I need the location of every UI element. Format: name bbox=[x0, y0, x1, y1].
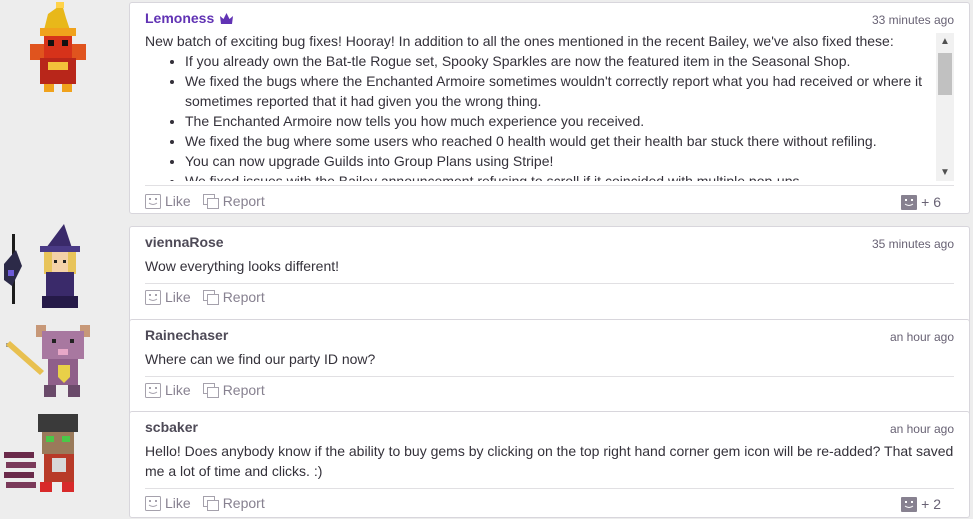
like-button[interactable]: Like bbox=[145, 193, 191, 209]
list-item: We fixed the bugs where the Enchanted Ar… bbox=[185, 71, 954, 111]
message-text: Where can we find our party ID now? bbox=[145, 351, 376, 367]
username[interactable]: Rainechaser bbox=[145, 327, 228, 343]
report-label: Report bbox=[222, 495, 265, 511]
message-text: Wow everything looks different! bbox=[145, 258, 340, 274]
list-item: The Enchanted Armoire now tells you how … bbox=[185, 111, 954, 131]
like-label: Like bbox=[165, 382, 191, 398]
report-label: Report bbox=[222, 193, 265, 209]
like-count-label: + 2 bbox=[921, 496, 941, 512]
avatar[interactable] bbox=[0, 0, 110, 110]
message-card: scbaker an hour ago Hello! Does anybody … bbox=[129, 411, 970, 518]
username[interactable]: Lemoness bbox=[145, 10, 234, 26]
like-label: Like bbox=[165, 193, 191, 209]
report-button[interactable]: Report bbox=[202, 289, 265, 305]
like-button[interactable]: Like bbox=[145, 382, 191, 398]
like-count: + 6 bbox=[901, 194, 941, 210]
message-card: Lemoness 33 minutes ago New batch of exc… bbox=[129, 2, 970, 214]
divider bbox=[145, 283, 954, 284]
scroll-up-arrow-icon[interactable]: ▲ bbox=[936, 33, 954, 50]
message-scroll-area[interactable]: New batch of exciting bug fixes! Hooray!… bbox=[145, 31, 954, 181]
message-actions: Like Report bbox=[145, 382, 265, 398]
smiley-filled-icon bbox=[901, 194, 918, 210]
copy-icon bbox=[202, 495, 219, 511]
moderator-crown-icon bbox=[220, 12, 234, 24]
message-card: Rainechaser an hour ago Where can we fin… bbox=[129, 319, 970, 421]
message-actions: Like Report bbox=[145, 289, 265, 305]
report-label: Report bbox=[222, 289, 265, 305]
report-button[interactable]: Report bbox=[202, 495, 265, 511]
like-count-label: + 6 bbox=[921, 194, 941, 210]
scroll-down-arrow-icon[interactable]: ▼ bbox=[936, 164, 954, 181]
bug-fix-list: If you already own the Bat-tle Rogue set… bbox=[185, 51, 954, 181]
smiley-icon bbox=[145, 289, 161, 305]
report-button[interactable]: Report bbox=[202, 193, 265, 209]
username[interactable]: viennaRose bbox=[145, 234, 224, 250]
username[interactable]: scbaker bbox=[145, 419, 198, 435]
avatar[interactable] bbox=[0, 406, 110, 516]
divider bbox=[145, 488, 954, 489]
like-count: + 2 bbox=[901, 496, 941, 512]
smiley-filled-icon bbox=[901, 496, 918, 512]
like-label: Like bbox=[165, 495, 191, 511]
timestamp: an hour ago bbox=[889, 422, 954, 436]
like-button[interactable]: Like bbox=[145, 495, 191, 511]
like-button[interactable]: Like bbox=[145, 289, 191, 305]
copy-icon bbox=[202, 289, 219, 305]
timestamp: 33 minutes ago bbox=[871, 13, 954, 27]
divider bbox=[145, 376, 954, 377]
report-button[interactable]: Report bbox=[202, 382, 265, 398]
message-actions: Like Report bbox=[145, 495, 265, 511]
divider bbox=[145, 185, 954, 186]
copy-icon bbox=[202, 193, 219, 209]
list-item: We fixed issues with the Bailey announce… bbox=[185, 171, 954, 181]
username-label[interactable]: viennaRose bbox=[145, 234, 224, 250]
like-label: Like bbox=[165, 289, 191, 305]
message-card: viennaRose 35 minutes ago Wow everything… bbox=[129, 226, 970, 328]
smiley-icon bbox=[145, 495, 161, 511]
scrollbar[interactable]: ▲ ▼ bbox=[936, 33, 954, 181]
smiley-icon bbox=[145, 193, 161, 209]
list-item: If you already own the Bat-tle Rogue set… bbox=[185, 51, 954, 71]
message-text: Hello! Does anybody know if the ability … bbox=[145, 443, 954, 479]
scrollbar-thumb[interactable] bbox=[938, 53, 952, 95]
list-item: We fixed the bug where some users who re… bbox=[185, 131, 954, 151]
report-label: Report bbox=[222, 382, 265, 398]
timestamp: 35 minutes ago bbox=[871, 237, 954, 251]
message-intro: New batch of exciting bug fixes! Hooray!… bbox=[145, 33, 894, 49]
list-item: You can now upgrade Guilds into Group Pl… bbox=[185, 151, 954, 171]
username-label[interactable]: scbaker bbox=[145, 419, 198, 435]
message-actions: Like Report bbox=[145, 193, 265, 209]
timestamp: an hour ago bbox=[889, 330, 954, 344]
smiley-icon bbox=[145, 382, 161, 398]
username-label[interactable]: Lemoness bbox=[145, 10, 214, 26]
username-label[interactable]: Rainechaser bbox=[145, 327, 228, 343]
copy-icon bbox=[202, 382, 219, 398]
